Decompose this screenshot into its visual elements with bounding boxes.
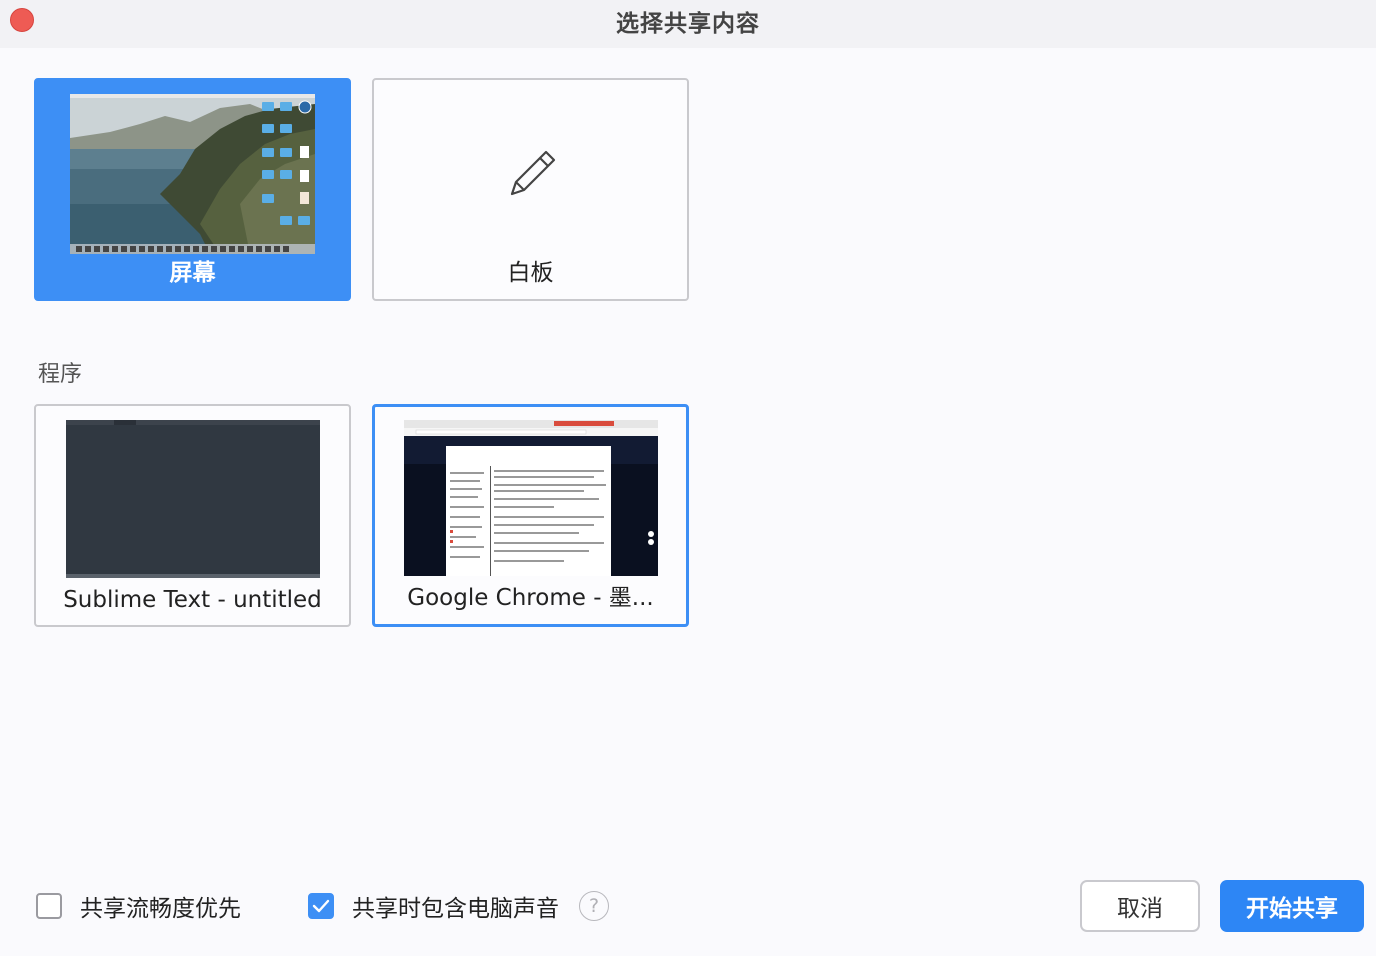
share-whiteboard-label: 白板: [507, 260, 554, 286]
help-icon[interactable]: ?: [579, 891, 609, 921]
programs-section-label: 程序: [38, 362, 83, 387]
screen-thumbnail: [70, 94, 315, 254]
share-screen-tile[interactable]: 屏幕: [34, 78, 351, 301]
smooth-priority-option: 共享流畅度优先: [36, 889, 241, 923]
share-whiteboard-tile[interactable]: 白板: [372, 78, 689, 301]
include-audio-label: 共享时包含电脑声音: [352, 896, 559, 922]
smooth-priority-checkbox[interactable]: [36, 893, 62, 919]
title-bar: 选择共享内容: [0, 0, 1376, 48]
start-sharing-button[interactable]: 开始共享: [1220, 880, 1364, 932]
program-tile-sublime-text[interactable]: Sublime Text - untitled: [34, 404, 351, 627]
program-tile-google-chrome-label: Google Chrome - 墨...: [407, 585, 654, 611]
include-audio-option: 共享时包含电脑声音 ?: [308, 889, 609, 923]
sublime-text-thumbnail: [66, 420, 320, 578]
pen-icon: [506, 148, 558, 200]
include-audio-checkbox[interactable]: [308, 893, 334, 919]
cancel-button[interactable]: 取消: [1080, 880, 1200, 932]
google-chrome-thumbnail: [404, 420, 658, 576]
checkmark-icon: [312, 899, 330, 913]
smooth-priority-label: 共享流畅度优先: [80, 896, 241, 922]
window-title: 选择共享内容: [616, 11, 760, 37]
share-screen-label: 屏幕: [169, 260, 216, 286]
program-tile-google-chrome[interactable]: Google Chrome - 墨...: [372, 404, 689, 627]
program-tile-sublime-text-label: Sublime Text - untitled: [63, 587, 322, 613]
